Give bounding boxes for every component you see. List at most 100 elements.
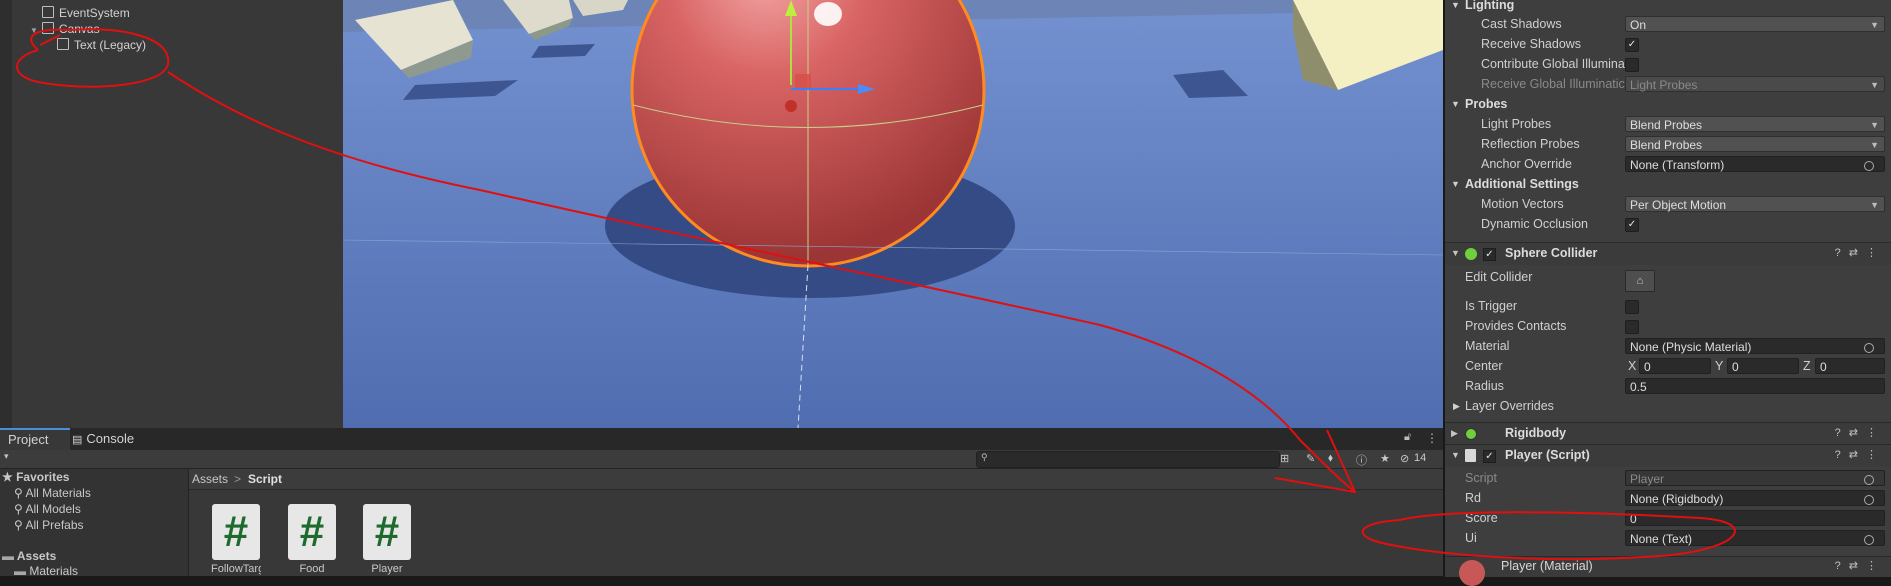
specular-highlight <box>814 2 842 26</box>
row-is-trigger: Is Trigger <box>1445 296 1891 316</box>
layer-overrides-foldout[interactable]: ▶ Layer Overrides <box>1445 396 1891 416</box>
favorite-item-all-prefabs[interactable]: ⚲ All Prefabs <box>14 518 84 532</box>
asset-food-script[interactable]: # Food <box>287 504 337 575</box>
favorite-star-icon[interactable]: ★ <box>1380 452 1390 465</box>
hierarchy-item-text-legacy[interactable]: Text (Legacy) <box>57 38 146 53</box>
tag-icon[interactable]: ⬧ <box>1328 452 1333 465</box>
fold-arrow-icon: ▼ <box>1451 179 1460 189</box>
section-probes[interactable]: ▼ Probes <box>1445 94 1891 114</box>
center-z-field[interactable]: 0 <box>1815 358 1885 374</box>
object-picker-icon[interactable] <box>1864 343 1874 353</box>
rigidbody-header[interactable]: ▶ Rigidbody ?⇄⋮ <box>1445 422 1891 445</box>
assets-folder[interactable]: ▬ Assets <box>2 549 56 563</box>
lock-icon[interactable]: 🔓︎ <box>1404 431 1411 444</box>
row-edit-collider: Edit Collider ⌂ <box>1445 267 1891 292</box>
tab-project[interactable]: Project <box>0 428 70 450</box>
component-header-icons[interactable]: ?⇄⋮ <box>1835 448 1885 461</box>
component-header-icons[interactable]: ?⇄⋮ <box>1835 426 1885 439</box>
hierarchy-item-canvas[interactable]: ▼ Canvas <box>30 22 100 37</box>
dynamic-occlusion-checkbox[interactable]: ✓ <box>1625 218 1639 232</box>
row-score: Score 0 <box>1445 508 1891 528</box>
section-additional-settings[interactable]: ▼ Additional Settings <box>1445 174 1891 194</box>
component-enabled-checkbox[interactable]: ✓ <box>1483 248 1496 261</box>
breadcrumb-assets[interactable]: Assets <box>192 472 228 486</box>
component-enabled-checkbox[interactable]: ✓ <box>1483 450 1496 463</box>
gameobject-icon <box>41 22 54 34</box>
fold-arrow-icon[interactable]: ▼ <box>30 23 38 38</box>
provides-contacts-checkbox[interactable] <box>1625 320 1639 334</box>
asset-followtarget-script[interactable]: # FollowTarg... <box>211 504 261 575</box>
favorite-item-all-materials[interactable]: ⚲ All Materials <box>14 486 91 500</box>
tab-console[interactable]: ▤ Console <box>64 428 142 450</box>
object-picker-icon <box>1864 475 1874 485</box>
info-icon[interactable]: ⓘ <box>1356 452 1367 468</box>
row-contribute-gi: Contribute Global Illumina <box>1445 54 1891 74</box>
light-probes-dropdown[interactable]: Blend Probes ▼ <box>1625 116 1885 132</box>
object-picker-icon[interactable] <box>1864 495 1874 505</box>
favorites-header[interactable]: ★ Favorites <box>2 470 69 484</box>
hierarchy-panel <box>0 0 343 428</box>
breadcrumb-script[interactable]: Script <box>248 472 282 486</box>
cast-shadows-dropdown[interactable]: On ▼ <box>1625 16 1885 32</box>
search-by-type-icon[interactable]: ⊞ <box>1280 452 1289 465</box>
material-header[interactable]: Player (Material) ?⇄⋮ <box>1445 556 1891 586</box>
anchor-override-field[interactable]: None (Transform) <box>1625 156 1885 172</box>
player-script-header[interactable]: ▼ ✓ Player (Script) ?⇄⋮ <box>1445 444 1891 467</box>
csharp-script-icon: # <box>288 504 336 560</box>
create-dropdown-icon[interactable]: ▾ <box>4 451 9 462</box>
more-options-icon[interactable]: ⋮ <box>1426 431 1438 445</box>
edit-shape-icon: ⌂ <box>1636 275 1644 287</box>
score-field[interactable]: 0 <box>1625 510 1885 526</box>
row-cast-shadows: Cast Shadows On ▼ <box>1445 14 1891 34</box>
edit-collider-button[interactable]: ⌂ <box>1625 270 1655 292</box>
csharp-script-icon: # <box>363 504 411 560</box>
contribute-gi-checkbox[interactable] <box>1625 58 1639 72</box>
section-lighting[interactable]: ▼ Lighting <box>1445 0 1891 15</box>
gizmo-plane-handle[interactable] <box>795 74 811 88</box>
search-by-label-icon[interactable]: ✎ <box>1306 452 1315 465</box>
row-collider-material: Material None (Physic Material) <box>1445 336 1891 356</box>
object-picker-icon[interactable] <box>1864 535 1874 545</box>
component-header-icons[interactable]: ?⇄⋮ <box>1835 559 1885 572</box>
gizmo-center-handle[interactable] <box>785 100 797 112</box>
csharp-script-icon: # <box>212 504 260 560</box>
reflection-probes-dropdown[interactable]: Blend Probes ▼ <box>1625 136 1885 152</box>
collider-material-field[interactable]: None (Physic Material) <box>1625 338 1885 354</box>
row-motion-vectors: Motion Vectors Per Object Motion ▼ <box>1445 194 1891 214</box>
radius-field[interactable]: 0.5 <box>1625 378 1885 394</box>
asset-player-script[interactable]: # Player <box>362 504 412 575</box>
row-provides-contacts: Provides Contacts <box>1445 316 1891 336</box>
object-picker-icon[interactable] <box>1864 161 1874 171</box>
rigidbody-icon <box>1465 428 1477 440</box>
chevron-down-icon: ▼ <box>1870 200 1879 210</box>
row-receive-shadows: Receive Shadows ✓ <box>1445 34 1891 54</box>
fold-arrow-icon: ▼ <box>1451 248 1460 258</box>
fold-arrow-icon: ▶ <box>1453 401 1460 411</box>
project-search-input[interactable]: ⚲ <box>976 451 1280 468</box>
center-y-field[interactable]: 0 <box>1727 358 1799 374</box>
hidden-count: 14 <box>1414 452 1427 464</box>
breadcrumb-separator: > <box>234 472 242 486</box>
scene-view[interactable] <box>343 0 1443 428</box>
favorite-item-all-models[interactable]: ⚲ All Models <box>14 502 81 516</box>
inspector-panel: ▼ Lighting Cast Shadows On ▼ Receive Shad… <box>1443 0 1891 586</box>
row-dynamic-occlusion: Dynamic Occlusion ✓ <box>1445 214 1891 234</box>
fold-arrow-icon: ▶ <box>1451 428 1458 438</box>
script-field: Player <box>1625 470 1885 486</box>
hierarchy-item-eventsystem[interactable]: EventSystem <box>42 6 130 21</box>
motion-vectors-dropdown[interactable]: Per Object Motion ▼ <box>1625 196 1885 212</box>
folder-icon: ▬ <box>2 549 17 563</box>
receive-gi-dropdown: Light Probes ▼ <box>1625 76 1885 92</box>
center-x-field[interactable]: 0 <box>1639 358 1711 374</box>
receive-shadows-checkbox[interactable]: ✓ <box>1625 38 1639 52</box>
script-icon <box>1465 449 1476 462</box>
is-trigger-checkbox[interactable] <box>1625 300 1639 314</box>
row-ui: Ui None (Text) <box>1445 528 1891 548</box>
component-header-icons[interactable]: ?⇄⋮ <box>1835 246 1885 259</box>
chevron-down-icon: ▼ <box>1870 20 1879 30</box>
sphere-collider-header[interactable]: ▼ ✓ Sphere Collider ?⇄⋮ <box>1445 242 1891 265</box>
ui-field[interactable]: None (Text) <box>1625 530 1885 546</box>
chevron-down-icon: ▼ <box>1870 80 1879 90</box>
rd-field[interactable]: None (Rigidbody) <box>1625 490 1885 506</box>
hidden-packages-icon[interactable]: ⊘ <box>1400 452 1409 465</box>
